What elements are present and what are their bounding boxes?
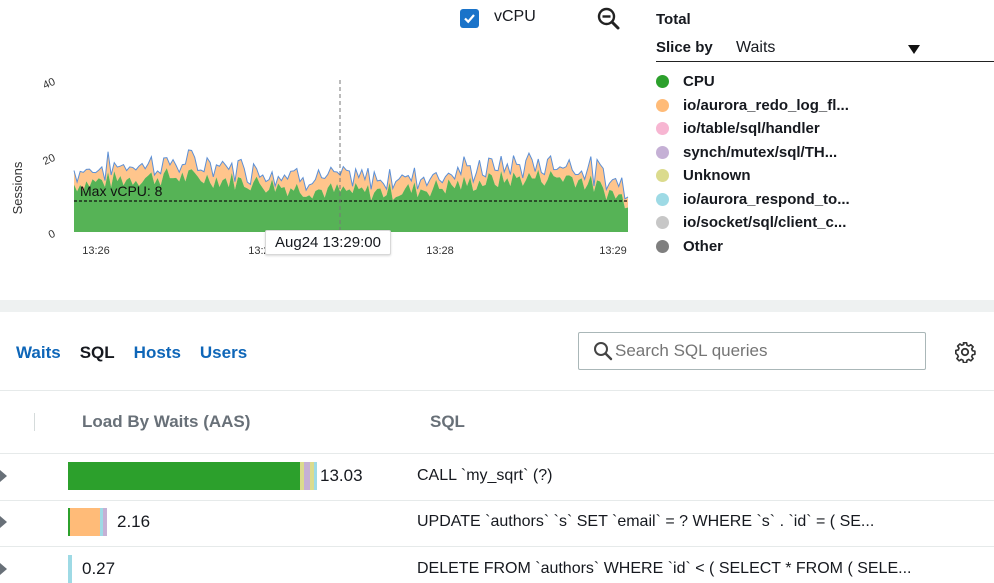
load-value: 2.16: [117, 512, 151, 531]
load-bar: [68, 462, 317, 490]
checkmark-icon: [464, 14, 475, 24]
legend-item[interactable]: io/table/sql/handler: [656, 117, 850, 141]
tab-sql[interactable]: SQL: [80, 343, 115, 363]
legend-dot-icon: [656, 98, 669, 112]
column-divider: [34, 413, 35, 431]
row-divider: [0, 546, 994, 547]
section-divider: [0, 300, 994, 312]
legend-item[interactable]: CPU: [656, 70, 850, 94]
zoom-out-icon[interactable]: [596, 6, 622, 32]
legend-item[interactable]: io/aurora_respond_to...: [656, 188, 850, 212]
chart-tooltip: Aug24 13:29:00: [265, 230, 391, 255]
tab-hosts[interactable]: Hosts: [134, 343, 181, 363]
legend-item-label: io/socket/sql/client_c...: [683, 214, 847, 231]
legend-total-label: Total: [656, 11, 691, 28]
sql-query-text[interactable]: CALL `my_sqrt` (?): [417, 467, 994, 485]
table-top-border: [0, 390, 994, 391]
slice-by-label: Slice by: [656, 39, 713, 56]
gear-icon[interactable]: [954, 341, 976, 364]
search-box[interactable]: [578, 332, 926, 370]
load-bar-segment: [70, 508, 100, 536]
load-value: 0.27: [82, 559, 116, 578]
legend-dot-icon: [656, 216, 669, 230]
legend-item[interactable]: Unknown: [656, 164, 850, 188]
vcpu-checkbox[interactable]: [460, 9, 479, 28]
slice-by-row: Slice by Waits: [656, 37, 994, 62]
expand-row-icon[interactable]: [0, 516, 7, 528]
load-bar: [68, 508, 107, 536]
legend-dot-icon: [656, 75, 669, 89]
legend-dot-icon: [656, 239, 669, 253]
legend-dot-icon: [656, 122, 669, 136]
load-value: 13.03: [320, 466, 363, 485]
max-vcpu-label: Max vCPU: 8: [80, 183, 163, 199]
x-tick-label: 13:29: [599, 245, 627, 257]
legend-item-label: Other: [683, 237, 724, 255]
legend-item-label: io/aurora_redo_log_fl...: [683, 96, 849, 114]
load-bar-segment: [103, 508, 107, 536]
tab-waits[interactable]: Waits: [16, 343, 61, 363]
legend-dot-icon: [656, 192, 669, 206]
search-icon: [594, 342, 613, 361]
legend-item[interactable]: synch/mutex/sql/TH...: [656, 141, 850, 165]
y-axis-label: Sessions: [10, 161, 25, 214]
legend-item[interactable]: Other: [656, 235, 850, 259]
y-tick-label: 40: [41, 76, 57, 92]
table-header-border: [0, 453, 994, 454]
row-divider: [0, 500, 994, 501]
expand-row-icon[interactable]: [0, 470, 7, 482]
tab-users[interactable]: Users: [200, 343, 247, 363]
expand-row-icon[interactable]: [0, 563, 7, 575]
legend-item[interactable]: io/aurora_redo_log_fl...: [656, 94, 850, 118]
legend-dot-icon: [656, 169, 669, 183]
chart-legend: CPU io/aurora_redo_log_fl... io/table/sql/…: [656, 70, 850, 258]
legend-item-label: Unknown: [683, 167, 751, 184]
vcpu-label: vCPU: [494, 8, 536, 25]
load-bar-segment: [314, 462, 317, 490]
y-tick-label: 0: [47, 228, 58, 241]
dropdown-arrow-icon: [908, 45, 920, 54]
column-header-sql[interactable]: SQL: [430, 412, 465, 432]
search-input[interactable]: [615, 341, 915, 361]
y-tick-label: 20: [41, 152, 57, 168]
sql-query-text[interactable]: UPDATE `authors` `s` SET `email` = ? WHE…: [417, 513, 994, 531]
column-header-load[interactable]: Load By Waits (AAS): [82, 412, 250, 432]
load-bar-segment: [68, 462, 300, 490]
x-tick-label: 13:28: [426, 245, 454, 257]
x-tick-label: 13:26: [82, 245, 110, 257]
legend-item-label: CPU: [683, 73, 715, 90]
legend-item-label: io/table/sql/handler: [683, 120, 820, 137]
legend-dot-icon: [656, 145, 669, 159]
legend-item[interactable]: io/socket/sql/client_c...: [656, 211, 850, 235]
legend-item-label: io/aurora_respond_to...: [683, 190, 850, 208]
sql-query-text[interactable]: DELETE FROM `authors` WHERE `id` < ( SEL…: [417, 560, 994, 578]
tab-bar: Waits SQL Hosts Users: [16, 343, 266, 363]
slice-by-value: Waits: [736, 39, 776, 56]
legend-item-label: synch/mutex/sql/TH...: [683, 143, 838, 161]
slice-by-select[interactable]: Waits: [736, 39, 936, 57]
